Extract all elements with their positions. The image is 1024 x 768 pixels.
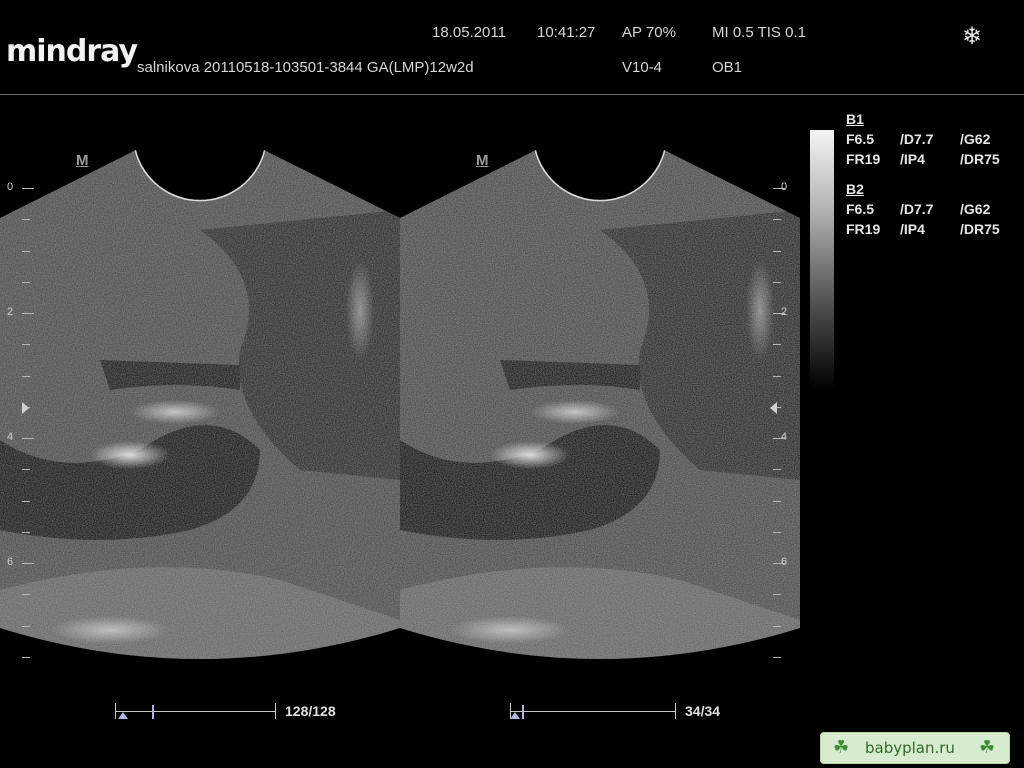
depth-minor-tick: [773, 625, 781, 627]
patient-info-text: salnikova 20110518-103501-3844 GA(LMP)12…: [137, 59, 474, 76]
depth-major-tick: [22, 188, 34, 189]
param-frequency: F6.5: [846, 131, 875, 147]
depth-label: 4: [781, 431, 788, 443]
cine-frame-count: 34/34: [685, 703, 721, 719]
param-image-process: /IP4: [900, 221, 925, 237]
focus-marker-right[interactable]: [770, 402, 777, 414]
depth-minor-tick: [22, 656, 30, 658]
param-frequency: F6.5: [846, 201, 875, 217]
cine-thumb[interactable]: [522, 705, 524, 719]
focus-marker-left[interactable]: [22, 402, 29, 414]
clover-icon: ☘: [979, 737, 996, 757]
depth-minor-tick: [22, 281, 30, 283]
snowflake-icon[interactable]: ❄: [962, 22, 982, 51]
date-text: 18.05.2011: [432, 24, 506, 41]
depth-minor-tick: [773, 531, 781, 533]
param-dynamic-range: /DR75: [960, 151, 1000, 167]
depth-minor-tick: [22, 594, 30, 596]
ultrasound-image-left[interactable]: [0, 150, 400, 670]
params-b2-title: B2: [846, 181, 864, 197]
cine-end: [675, 703, 676, 719]
param-dynamic-range: /DR75: [960, 221, 1000, 237]
depth-minor-tick: [22, 250, 30, 252]
depth-major-tick: [22, 313, 34, 314]
clover-icon: ☘: [833, 737, 850, 757]
depth-major-tick: [22, 563, 34, 564]
depth-label: 2: [781, 306, 788, 318]
param-gain: /G62: [960, 201, 991, 217]
mi-tis-text: MI 0.5 TIS 0.1: [712, 24, 806, 41]
depth-minor-tick: [773, 250, 781, 252]
cine-thumb[interactable]: [152, 705, 154, 719]
orientation-mark-right: M: [476, 152, 489, 169]
depth-minor-tick: [22, 625, 30, 627]
depth-minor-tick: [773, 469, 781, 471]
grayscale-bar: [810, 130, 834, 390]
watermark-text: babyplan.ru: [865, 739, 955, 757]
header-divider: [0, 94, 1024, 95]
cine-bar-left[interactable]: 128/128: [115, 700, 345, 724]
depth-minor-tick: [22, 219, 30, 221]
cine-start-marker[interactable]: [118, 712, 128, 719]
depth-label: 0: [7, 181, 14, 193]
time-text: 10:41:27: [537, 24, 596, 41]
cine-bar-right[interactable]: 34/34: [510, 700, 740, 724]
depth-minor-tick: [773, 219, 781, 221]
exam-text: OB1: [712, 59, 743, 76]
depth-label: 2: [7, 306, 14, 318]
cine-track[interactable]: [115, 711, 275, 712]
depth-label: 6: [7, 556, 14, 568]
param-frame-rate: FR19: [846, 151, 881, 167]
cine-frame-count: 128/128: [285, 703, 336, 719]
depth-major-tick: [22, 438, 34, 439]
depth-minor-tick: [22, 375, 30, 377]
depth-minor-tick: [22, 469, 30, 471]
depth-minor-tick: [773, 500, 781, 502]
cine-end: [275, 703, 276, 719]
depth-label: 6: [781, 556, 788, 568]
depth-label: 4: [7, 431, 14, 443]
cine-track[interactable]: [510, 711, 675, 712]
depth-minor-tick: [773, 375, 781, 377]
params-b1-title: B1: [846, 111, 864, 127]
param-depth: /D7.7: [900, 201, 934, 217]
param-gain: /G62: [960, 131, 991, 147]
depth-minor-tick: [773, 281, 781, 283]
ultrasound-image-right[interactable]: [400, 150, 800, 670]
depth-minor-tick: [22, 344, 30, 346]
orientation-mark-left: M: [76, 152, 89, 169]
cine-start-marker[interactable]: [510, 712, 520, 719]
acoustic-power-text: AP 70%: [622, 24, 676, 41]
depth-minor-tick: [22, 500, 30, 502]
babyplan-watermark: ☘ babyplan.ru ☘: [820, 732, 1010, 764]
depth-minor-tick: [773, 344, 781, 346]
depth-minor-tick: [773, 656, 781, 658]
depth-label: 0: [781, 181, 788, 193]
params-b2: B2 F6.5 /D7.7 /G62 FR19 /IP4 /DR75: [846, 181, 1000, 241]
depth-minor-tick: [773, 594, 781, 596]
param-frame-rate: FR19: [846, 221, 881, 237]
param-depth: /D7.7: [900, 131, 934, 147]
params-b1: B1 F6.5 /D7.7 /G62 FR19 /IP4 /DR75: [846, 111, 1000, 171]
param-image-process: /IP4: [900, 151, 925, 167]
probe-text: V10-4: [622, 59, 663, 76]
depth-minor-tick: [22, 531, 30, 533]
mindray-logo: mindray: [6, 34, 138, 69]
